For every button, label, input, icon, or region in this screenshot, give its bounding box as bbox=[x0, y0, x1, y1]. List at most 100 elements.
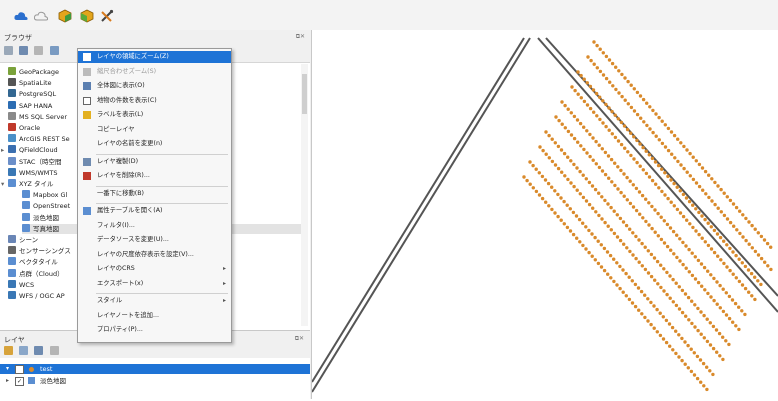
point-feature bbox=[563, 174, 567, 178]
context-menu-item[interactable]: レイヤの尺度依存表示を設定(V)... bbox=[78, 249, 231, 261]
point-feature bbox=[604, 54, 609, 59]
point-feature bbox=[727, 342, 731, 347]
point-feature bbox=[591, 206, 595, 210]
point-feature bbox=[566, 177, 570, 182]
point-feature bbox=[706, 269, 710, 273]
point-feature bbox=[626, 79, 630, 84]
layer-checkbox[interactable]: ✓ bbox=[15, 377, 24, 386]
expand-arrow-icon[interactable]: ▸ bbox=[6, 376, 9, 386]
browser-item[interactable]: ArcGIS REST Se bbox=[8, 134, 70, 144]
browser-item[interactable]: SAP HANA bbox=[8, 100, 52, 111]
expand-arrow-icon[interactable]: ▾ bbox=[6, 364, 9, 374]
context-menu-item[interactable]: データソースを変更(U)... bbox=[78, 234, 231, 246]
browser-item[interactable]: MS SQL Server bbox=[8, 111, 67, 122]
context-menu-label: レイヤ複製(D) bbox=[97, 157, 139, 165]
refresh-icon[interactable] bbox=[4, 46, 13, 55]
point-feature bbox=[624, 223, 629, 228]
browser-panel-close-icon[interactable]: ⧉✕ bbox=[296, 33, 305, 41]
context-menu-item[interactable]: プロパティ(P)... bbox=[78, 324, 231, 336]
point-feature bbox=[643, 267, 648, 272]
cloud-icon[interactable] bbox=[14, 9, 28, 23]
browser-item[interactable]: Oracle bbox=[8, 123, 40, 133]
scrollbar-thumb[interactable] bbox=[302, 74, 307, 114]
add-group-icon[interactable] bbox=[19, 346, 29, 355]
browser-item[interactable]: 淡色地図 bbox=[22, 212, 59, 223]
collapse-icon[interactable] bbox=[34, 46, 44, 55]
browser-item[interactable]: GeoPackage bbox=[8, 67, 59, 77]
context-menu-item[interactable]: レイヤの領域にズーム(Z) bbox=[78, 51, 231, 63]
browser-item[interactable]: STAC（時空間 bbox=[8, 156, 61, 167]
tools-icon[interactable] bbox=[100, 9, 114, 23]
browser-item[interactable]: ▸ QFieldCloud bbox=[1, 145, 58, 155]
layer-checkbox[interactable]: ✓ bbox=[15, 365, 24, 374]
context-menu-item[interactable]: スタイル ▸ bbox=[78, 295, 231, 307]
browser-scrollbar[interactable] bbox=[301, 64, 308, 326]
browser-item[interactable]: ▾ XYZ タイル bbox=[1, 179, 53, 189]
point-feature bbox=[721, 287, 725, 291]
point-feature bbox=[695, 354, 700, 359]
point-feature bbox=[629, 153, 633, 158]
context-menu-item[interactable]: 地物の件数を表示(C) bbox=[78, 95, 231, 107]
browser-item[interactable]: PostgreSQL bbox=[8, 89, 56, 99]
point-feature bbox=[621, 220, 626, 224]
point-feature bbox=[584, 225, 588, 229]
expand-icon[interactable] bbox=[49, 346, 59, 355]
filter-legend-icon[interactable] bbox=[34, 346, 44, 355]
context-menu-item[interactable]: 全体図に表示(O) bbox=[78, 80, 231, 92]
scene-icon bbox=[8, 235, 16, 243]
browser-item[interactable]: Mapbox Gl bbox=[22, 190, 67, 200]
point-feature bbox=[753, 227, 757, 231]
context-menu-item[interactable]: 一番下に移動(B) bbox=[78, 188, 231, 200]
point-feature bbox=[644, 219, 648, 224]
browser-item[interactable]: WMS/WMTS bbox=[8, 167, 57, 178]
layer-row-test[interactable]: ▾ ✓ test bbox=[0, 364, 310, 374]
context-menu-item[interactable]: フィルタ(I)... bbox=[78, 220, 231, 232]
expand-arrow-icon[interactable]: ▸ bbox=[1, 145, 4, 155]
cloud-outline-icon[interactable] bbox=[34, 9, 48, 23]
context-menu-item[interactable]: レイヤのCRS ▸ bbox=[78, 263, 231, 275]
point-feature bbox=[628, 201, 633, 206]
point-feature bbox=[602, 268, 607, 273]
point-feature bbox=[674, 351, 678, 356]
browser-item[interactable]: SpatiaLite bbox=[8, 78, 52, 88]
point-feature bbox=[710, 177, 714, 181]
point-feature bbox=[731, 202, 736, 206]
point-feature bbox=[585, 103, 590, 107]
browser-item[interactable]: センサーシングス bbox=[8, 246, 71, 256]
browser-item[interactable]: WCS bbox=[8, 279, 34, 290]
point-feature bbox=[674, 329, 678, 333]
point-feature bbox=[641, 168, 645, 172]
layers-panel-close-icon[interactable]: ⧉✕ bbox=[295, 335, 304, 343]
point-feature bbox=[654, 112, 658, 116]
layer-row-tan[interactable]: ▸ ✓ 淡色地図 bbox=[0, 376, 310, 386]
point-feature bbox=[684, 266, 688, 270]
plugin-install-icon[interactable] bbox=[80, 9, 94, 23]
context-menu-item[interactable]: レイヤ複製(D) bbox=[78, 156, 231, 168]
postgresql-icon bbox=[8, 89, 16, 98]
context-menu-item[interactable]: 属性テーブルを開く(A) bbox=[78, 205, 231, 217]
context-menu-item[interactable]: 縮尺合わせズーム(S) bbox=[78, 66, 231, 78]
point-feature bbox=[715, 232, 720, 236]
plugin-cube-icon[interactable] bbox=[58, 9, 72, 23]
point-feature bbox=[667, 322, 672, 326]
context-menu-item[interactable]: コピーレイヤ bbox=[78, 124, 231, 136]
context-menu-item[interactable]: ラベルを表示(L) bbox=[78, 109, 231, 121]
expand-arrow-icon[interactable]: ▾ bbox=[1, 179, 4, 189]
map-canvas[interactable] bbox=[311, 30, 778, 399]
browser-item[interactable]: ベクタタイル bbox=[8, 257, 58, 267]
browser-item[interactable]: シーン bbox=[8, 235, 38, 245]
point-feature bbox=[727, 294, 732, 299]
cloud-icon bbox=[8, 145, 16, 154]
browser-item[interactable]: WFS / OGC AP bbox=[8, 291, 65, 301]
point-feature bbox=[635, 112, 640, 117]
browser-item[interactable]: OpenStreet bbox=[22, 201, 70, 211]
point-feature bbox=[606, 224, 610, 228]
context-menu-item[interactable]: レイヤの名前を変更(n) bbox=[78, 138, 231, 150]
browser-item[interactable]: 点群（Cloud） bbox=[8, 268, 64, 279]
style-icon[interactable] bbox=[4, 346, 13, 355]
context-menu-item[interactable]: エクスポート(x) ▸ bbox=[78, 278, 231, 290]
info-icon[interactable] bbox=[49, 46, 59, 55]
context-menu-item[interactable]: レイヤを削除(R)... bbox=[78, 170, 231, 182]
filter-icon[interactable] bbox=[19, 46, 29, 55]
context-menu-item[interactable]: レイヤノートを追加... bbox=[78, 310, 231, 322]
